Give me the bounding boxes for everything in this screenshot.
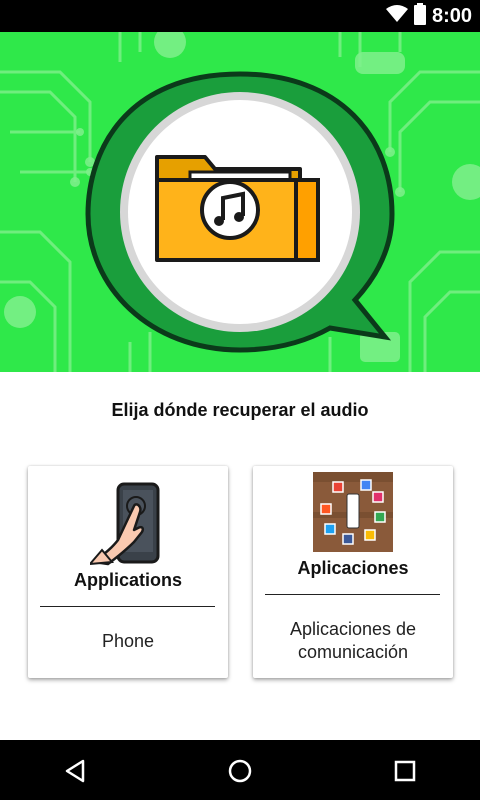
back-icon xyxy=(65,759,85,783)
card-description: Aplicaciones de comunicación xyxy=(289,619,417,662)
circuit-background xyxy=(0,32,480,372)
wifi-icon xyxy=(385,4,408,28)
applications-card[interactable]: Applications Phone xyxy=(28,466,228,678)
folder-music-icon xyxy=(155,155,320,262)
status-time: 8:00 xyxy=(431,4,472,27)
status-bar: 8:00 xyxy=(0,0,480,32)
apps-around-phone-icon xyxy=(313,472,393,557)
home-icon xyxy=(228,759,252,783)
hand-touch-phone-icon xyxy=(87,480,166,571)
card-description: Phone xyxy=(101,631,155,651)
card-divider xyxy=(265,594,440,595)
card-title: Aplicaciones xyxy=(297,558,409,578)
page-title: Elija dónde recuperar el audio xyxy=(111,400,369,420)
hero-banner xyxy=(0,32,480,372)
battery-icon xyxy=(413,2,426,30)
navigation-bar xyxy=(0,740,480,800)
recents-icon xyxy=(394,760,416,782)
card-title: Applications xyxy=(73,570,182,590)
communication-apps-card[interactable]: Aplicaciones Aplicaciones de comunicació… xyxy=(253,466,453,678)
card-divider xyxy=(40,606,215,607)
home-button[interactable] xyxy=(225,756,255,786)
back-button[interactable] xyxy=(60,756,90,786)
recents-button[interactable] xyxy=(390,756,420,786)
